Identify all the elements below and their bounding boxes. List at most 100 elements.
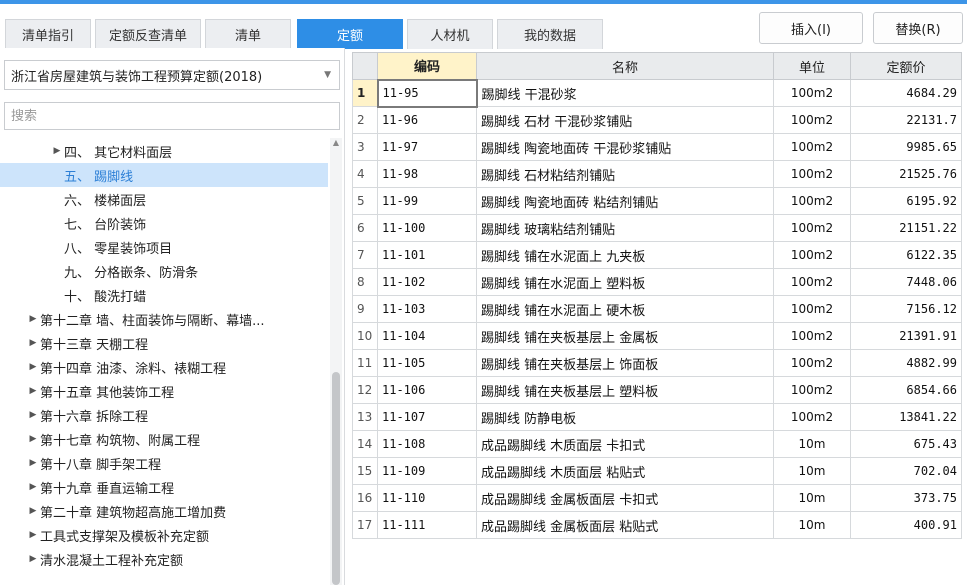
header-unit[interactable]: 单位	[773, 52, 851, 80]
scroll-up-arrow-icon[interactable]: ▲	[330, 138, 342, 148]
table-row[interactable]: 16 11-110 成品踢脚线 金属板面层 卡扣式 10m 373.75	[352, 484, 962, 512]
cell-unit[interactable]: 100m2	[773, 295, 851, 323]
cell-code[interactable]: 11-96	[377, 106, 477, 134]
cell-price[interactable]: 21525.76	[850, 160, 962, 188]
cell-unit[interactable]: 100m2	[773, 322, 851, 350]
tree-item[interactable]: ▶ 第十四章 油漆、涂料、裱糊工程	[0, 355, 328, 379]
table-row[interactable]: 3 11-97 踢脚线 陶瓷地面砖 干混砂浆铺贴 100m2 9985.65	[352, 133, 962, 161]
tree-item[interactable]: ▶ 四、 其它材料面层	[0, 139, 328, 163]
cell-code[interactable]: 11-105	[377, 349, 477, 377]
quota-library-dropdown[interactable]: 浙江省房屋建筑与装饰工程预算定额(2018) ▼	[4, 60, 340, 90]
tree-expand-caret-icon[interactable]: ▶	[26, 482, 40, 492]
cell-name[interactable]: 成品踢脚线 金属板面层 粘贴式	[476, 511, 774, 539]
tab-labor-material-machine[interactable]: 人材机	[407, 19, 493, 49]
tree-item[interactable]: 六、 楼梯面层	[0, 187, 328, 211]
table-row[interactable]: 17 11-111 成品踢脚线 金属板面层 粘贴式 10m 400.91	[352, 511, 962, 539]
tree-item[interactable]: ▶ 清水混凝土工程补充定额	[0, 547, 328, 571]
tree-item[interactable]: 七、 台阶装饰	[0, 211, 328, 235]
tree-expand-caret-icon[interactable]: ▶	[50, 146, 64, 156]
cell-name[interactable]: 踢脚线 陶瓷地面砖 干混砂浆铺贴	[476, 133, 774, 161]
search-input[interactable]	[4, 102, 340, 130]
scroll-thumb[interactable]	[332, 372, 340, 585]
cell-name[interactable]: 踢脚线 铺在夹板基层上 塑料板	[476, 376, 774, 404]
cell-name[interactable]: 踢脚线 铺在水泥面上 九夹板	[476, 241, 774, 269]
table-row[interactable]: 14 11-108 成品踢脚线 木质面层 卡扣式 10m 675.43	[352, 430, 962, 458]
table-row[interactable]: 8 11-102 踢脚线 铺在水泥面上 塑料板 100m2 7448.06	[352, 268, 962, 296]
cell-code[interactable]: 11-100	[377, 214, 477, 242]
cell-code[interactable]: 11-97	[377, 133, 477, 161]
cell-name[interactable]: 踢脚线 玻璃粘结剂铺贴	[476, 214, 774, 242]
cell-unit[interactable]: 100m2	[773, 403, 851, 431]
table-row[interactable]: 12 11-106 踢脚线 铺在夹板基层上 塑料板 100m2 6854.66	[352, 376, 962, 404]
tree-expand-caret-icon[interactable]: ▶	[26, 410, 40, 420]
cell-price[interactable]: 4882.99	[850, 349, 962, 377]
header-name[interactable]: 名称	[476, 52, 774, 80]
table-row[interactable]: 5 11-99 踢脚线 陶瓷地面砖 粘结剂铺贴 100m2 6195.92	[352, 187, 962, 215]
insert-button[interactable]: 插入(I)	[759, 12, 863, 44]
cell-unit[interactable]: 100m2	[773, 376, 851, 404]
cell-unit[interactable]: 100m2	[773, 187, 851, 215]
tree-expand-caret-icon[interactable]: ▶	[26, 506, 40, 516]
cell-unit[interactable]: 100m2	[773, 79, 851, 107]
cell-unit[interactable]: 100m2	[773, 268, 851, 296]
cell-price[interactable]: 675.43	[850, 430, 962, 458]
cell-code[interactable]: 11-98	[377, 160, 477, 188]
cell-name[interactable]: 成品踢脚线 木质面层 粘贴式	[476, 457, 774, 485]
cell-unit[interactable]: 10m	[773, 511, 851, 539]
header-code[interactable]: 编码	[377, 52, 477, 80]
cell-price[interactable]: 9985.65	[850, 133, 962, 161]
table-row[interactable]: 15 11-109 成品踢脚线 木质面层 粘贴式 10m 702.04	[352, 457, 962, 485]
tree-item[interactable]: ▶ 第十六章 拆除工程	[0, 403, 328, 427]
cell-name[interactable]: 踢脚线 铺在水泥面上 塑料板	[476, 268, 774, 296]
cell-unit[interactable]: 10m	[773, 457, 851, 485]
tab-bill[interactable]: 清单	[205, 19, 291, 49]
cell-name[interactable]: 成品踢脚线 木质面层 卡扣式	[476, 430, 774, 458]
cell-name[interactable]: 成品踢脚线 金属板面层 卡扣式	[476, 484, 774, 512]
tree-item[interactable]: 五、 踢脚线	[0, 163, 328, 187]
cell-name[interactable]: 踢脚线 石材 干混砂浆铺贴	[476, 106, 774, 134]
replace-button[interactable]: 替换(R)	[873, 12, 963, 44]
table-row[interactable]: 1 11-95 踢脚线 干混砂浆 100m2 4684.29	[352, 78, 962, 108]
cell-unit[interactable]: 100m2	[773, 241, 851, 269]
cell-price[interactable]: 7448.06	[850, 268, 962, 296]
tree-scrollbar[interactable]: ▲	[330, 138, 342, 585]
cell-unit[interactable]: 100m2	[773, 160, 851, 188]
cell-price[interactable]: 4684.29	[850, 79, 962, 107]
cell-code[interactable]: 11-95	[376, 78, 478, 108]
cell-code[interactable]: 11-108	[377, 430, 477, 458]
cell-name[interactable]: 踢脚线 干混砂浆	[476, 79, 774, 107]
cell-unit[interactable]: 100m2	[773, 133, 851, 161]
cell-price[interactable]: 21151.22	[850, 214, 962, 242]
tree-expand-caret-icon[interactable]: ▶	[26, 386, 40, 396]
cell-price[interactable]: 400.91	[850, 511, 962, 539]
table-row[interactable]: 11 11-105 踢脚线 铺在夹板基层上 饰面板 100m2 4882.99	[352, 349, 962, 377]
tree-item[interactable]: 十、 酸洗打蜡	[0, 283, 328, 307]
table-row[interactable]: 6 11-100 踢脚线 玻璃粘结剂铺贴 100m2 21151.22	[352, 214, 962, 242]
cell-price[interactable]: 373.75	[850, 484, 962, 512]
cell-unit[interactable]: 10m	[773, 430, 851, 458]
tree-item[interactable]: ▶ 第二十章 建筑物超高施工增加费	[0, 499, 328, 523]
tab-bill-guide[interactable]: 清单指引	[5, 19, 91, 49]
cell-price[interactable]: 6195.92	[850, 187, 962, 215]
table-row[interactable]: 13 11-107 踢脚线 防静电板 100m2 13841.22	[352, 403, 962, 431]
table-row[interactable]: 9 11-103 踢脚线 铺在水泥面上 硬木板 100m2 7156.12	[352, 295, 962, 323]
table-row[interactable]: 10 11-104 踢脚线 铺在夹板基层上 金属板 100m2 21391.91	[352, 322, 962, 350]
cell-price[interactable]: 13841.22	[850, 403, 962, 431]
cell-price[interactable]: 7156.12	[850, 295, 962, 323]
tree-expand-caret-icon[interactable]: ▶	[26, 314, 40, 324]
cell-price[interactable]: 22131.7	[850, 106, 962, 134]
cell-name[interactable]: 踢脚线 防静电板	[476, 403, 774, 431]
cell-code[interactable]: 11-111	[377, 511, 477, 539]
cell-name[interactable]: 踢脚线 铺在水泥面上 硬木板	[476, 295, 774, 323]
cell-unit[interactable]: 100m2	[773, 214, 851, 242]
cell-code[interactable]: 11-110	[377, 484, 477, 512]
cell-unit[interactable]: 100m2	[773, 106, 851, 134]
cell-code[interactable]: 11-109	[377, 457, 477, 485]
cell-unit[interactable]: 10m	[773, 484, 851, 512]
tree-item[interactable]: ▶ 第十五章 其他装饰工程	[0, 379, 328, 403]
tree-expand-caret-icon[interactable]: ▶	[26, 530, 40, 540]
table-row[interactable]: 2 11-96 踢脚线 石材 干混砂浆铺贴 100m2 22131.7	[352, 106, 962, 134]
cell-price[interactable]: 6122.35	[850, 241, 962, 269]
tree-item[interactable]: ▶ 工具式支撑架及模板补充定额	[0, 523, 328, 547]
cell-price[interactable]: 702.04	[850, 457, 962, 485]
